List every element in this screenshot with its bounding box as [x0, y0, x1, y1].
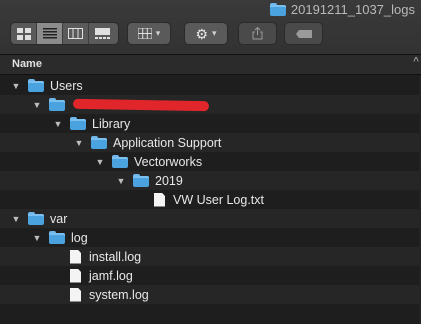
folder-name: Library: [92, 116, 131, 131]
disclosure-triangle-expanded-icon[interactable]: ▼: [52, 118, 64, 130]
window-title: 20191211_1037_logs: [269, 2, 415, 17]
chevron-down-icon: ▾: [212, 28, 217, 38]
folder-icon: [49, 98, 65, 111]
disclosure-triangle-expanded-icon[interactable]: ▼: [115, 175, 127, 187]
folder-icon: [91, 136, 107, 149]
disclosure-triangle-expanded-icon[interactable]: ▼: [10, 213, 22, 225]
folder-icon: [28, 79, 44, 92]
icon-view-icon: [16, 27, 31, 40]
folder-icon: [269, 3, 286, 16]
folder-icon: [49, 231, 65, 244]
document-icon: [154, 192, 165, 207]
disclosure-triangle-expanded-icon[interactable]: ▼: [31, 99, 43, 111]
tree-row[interactable]: ▼ var: [0, 209, 421, 228]
folder-icon: [28, 212, 44, 225]
tree-row[interactable]: system.log: [0, 285, 421, 304]
tree-row[interactable]: jamf.log: [0, 266, 421, 285]
folder-icon: [112, 155, 128, 168]
icon-view-button[interactable]: [11, 23, 37, 44]
group-by-menu-button[interactable]: ▾: [128, 23, 170, 44]
file-name: system.log: [89, 287, 149, 302]
window-title-text: 20191211_1037_logs: [290, 2, 415, 17]
redaction-mark: [72, 98, 210, 111]
folder-name: log: [71, 230, 88, 245]
file-name: install.log: [89, 249, 142, 264]
share-icon: [252, 27, 263, 40]
document-icon: [70, 249, 81, 264]
name-column-header[interactable]: Name: [12, 58, 42, 70]
tree-row[interactable]: ▼ log: [0, 228, 421, 247]
file-tree: ▼ Users ▼ ▼ Library ▼ Application Support ▼ Vect…: [0, 76, 421, 304]
disclosure-triangle-expanded-icon[interactable]: ▼: [94, 156, 106, 168]
gallery-view-button[interactable]: [89, 23, 115, 44]
document-icon: [70, 268, 81, 283]
folder-icon: [70, 117, 86, 130]
file-name: VW User Log.txt: [173, 192, 264, 207]
grid-icon: [137, 28, 152, 39]
sort-indicator-icon: ^: [413, 56, 419, 67]
column-view-button[interactable]: [63, 23, 89, 44]
tree-row[interactable]: ▼ Library: [0, 114, 421, 133]
gallery-view-icon: [94, 28, 110, 39]
disclosure-triangle-expanded-icon[interactable]: ▼: [73, 137, 85, 149]
column-view-icon: [68, 28, 83, 39]
tree-row[interactable]: ▼ 2019: [0, 171, 421, 190]
tag-icon: [295, 29, 312, 38]
tree-row[interactable]: ▼ Application Support: [0, 133, 421, 152]
list-view-button[interactable]: [37, 23, 63, 44]
folder-name: 2019: [155, 173, 183, 188]
gear-icon: ⚙: [195, 25, 209, 42]
finder-toolbar: 20191211_1037_logs ▾ ⚙ ▾: [0, 0, 421, 55]
folder-name: Vectorworks: [134, 154, 203, 169]
tree-row[interactable]: install.log: [0, 247, 421, 266]
view-mode-segmented-control: [11, 23, 118, 44]
tree-row[interactable]: ▼: [0, 95, 421, 114]
tree-row[interactable]: ▼ Vectorworks: [0, 152, 421, 171]
column-header: Name ^: [0, 55, 421, 75]
folder-name: Application Support: [113, 135, 222, 150]
share-button[interactable]: [239, 23, 276, 44]
tree-row[interactable]: VW User Log.txt: [0, 190, 421, 209]
folder-name: Users: [50, 78, 83, 93]
tree-row[interactable]: ▼ Users: [0, 76, 421, 95]
tag-button[interactable]: [285, 23, 322, 44]
file-name: jamf.log: [89, 268, 133, 283]
document-icon: [70, 287, 81, 302]
action-menu-button[interactable]: ⚙ ▾: [185, 23, 227, 44]
folder-icon: [133, 174, 149, 187]
disclosure-triangle-expanded-icon[interactable]: ▼: [10, 80, 22, 92]
list-view-icon: [42, 28, 57, 39]
disclosure-triangle-expanded-icon[interactable]: ▼: [31, 232, 43, 244]
chevron-down-icon: ▾: [155, 28, 161, 38]
folder-name: var: [50, 211, 68, 226]
